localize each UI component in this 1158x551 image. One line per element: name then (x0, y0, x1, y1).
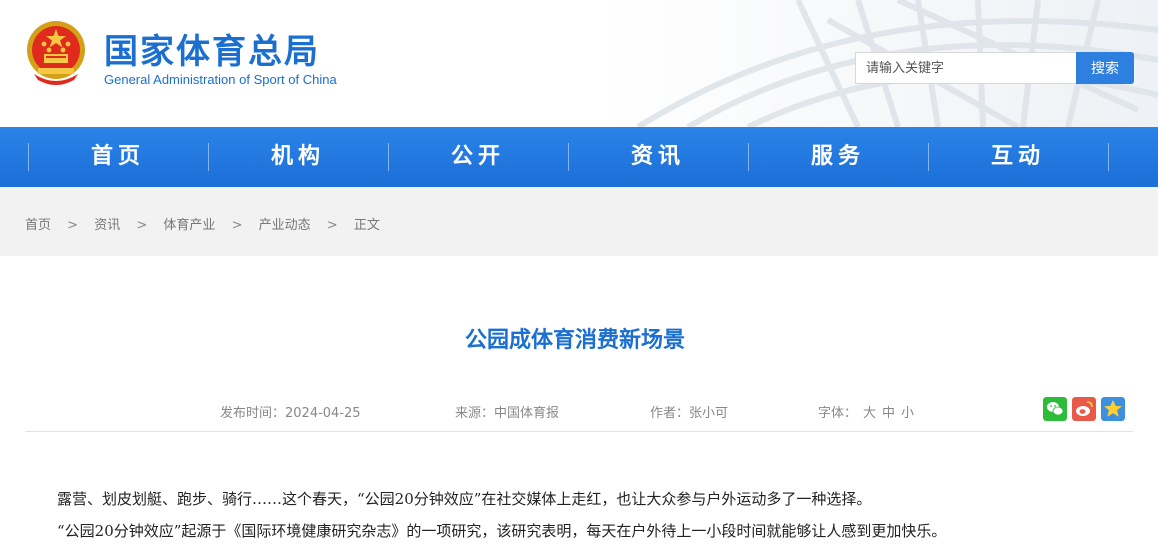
breadcrumb-separator: > (136, 218, 148, 233)
author-value: 张小可 (689, 406, 729, 421)
author-label: 作者： (650, 406, 690, 421)
article-title: 公园成体育消费新场景 (464, 328, 685, 353)
publish-date: 发布时间：2024-04-25 (220, 402, 361, 421)
breadcrumb-current: 正文 (353, 218, 380, 233)
breadcrumb-separator: > (326, 218, 338, 233)
font-size-label: 字体： (818, 406, 858, 421)
nav-item-home[interactable]: 首页 (28, 127, 208, 187)
source-label: 来源： (455, 406, 495, 421)
site-subtitle: General Administration of Sport of China (104, 72, 337, 87)
nav-item-public[interactable]: 公开 (388, 127, 568, 187)
font-size-small[interactable]: 小 (901, 406, 914, 421)
source-value: 中国体育报 (494, 406, 560, 421)
breadcrumb-news[interactable]: 资讯 (94, 218, 120, 233)
breadcrumb-home[interactable]: 首页 (25, 218, 51, 233)
publish-date-value: 2024-04-25 (285, 406, 361, 421)
article-author: 作者：张小可 (650, 402, 728, 421)
breadcrumb-industry-news[interactable]: 产业动态 (259, 218, 311, 233)
qzone-icon[interactable] (1101, 397, 1125, 421)
site-header: 国家体育总局 General Administration of Sport o… (0, 0, 1158, 127)
breadcrumb-separator: > (67, 218, 79, 233)
font-size-large[interactable]: 大 (863, 406, 876, 421)
nav-item-services[interactable]: 服务 (748, 127, 928, 187)
font-size-control: 字体： 大中小 (818, 402, 914, 421)
national-emblem-icon[interactable] (24, 20, 88, 86)
search-input[interactable] (855, 52, 1086, 84)
breadcrumb: 首页 > 资讯 > 体育产业 > 产业动态 > 正文 (25, 214, 380, 233)
wechat-icon[interactable] (1043, 397, 1067, 421)
main-nav: 首页 机构 公开 资讯 服务 互动 (0, 127, 1158, 187)
search-button[interactable]: 搜索 (1076, 52, 1134, 84)
publish-date-label: 发布时间： (220, 406, 286, 421)
breadcrumb-separator: > (231, 218, 243, 233)
nav-item-organization[interactable]: 机构 (208, 127, 388, 187)
breadcrumb-bar: 首页 > 资讯 > 体育产业 > 产业动态 > 正文 (0, 187, 1158, 256)
font-size-medium[interactable]: 中 (882, 406, 895, 421)
nav-separator (1108, 143, 1109, 171)
weibo-icon[interactable] (1072, 397, 1096, 421)
breadcrumb-sports-industry[interactable]: 体育产业 (163, 218, 215, 233)
article-paragraph: “公园20分钟效应”起源于《国际环境健康研究杂志》的一项研究，该研究表明，每天在… (57, 522, 947, 540)
nav-item-news[interactable]: 资讯 (568, 127, 748, 187)
article-paragraph: 露营、划皮划艇、跑步、骑行……这个春天，“公园20分钟效应”在社交媒体上走红，也… (57, 490, 872, 508)
meta-divider (25, 431, 1133, 432)
site-title[interactable]: 国家体育总局 (104, 24, 320, 73)
nav-item-interaction[interactable]: 互动 (928, 127, 1108, 187)
article-source: 来源：中国体育报 (455, 402, 559, 421)
